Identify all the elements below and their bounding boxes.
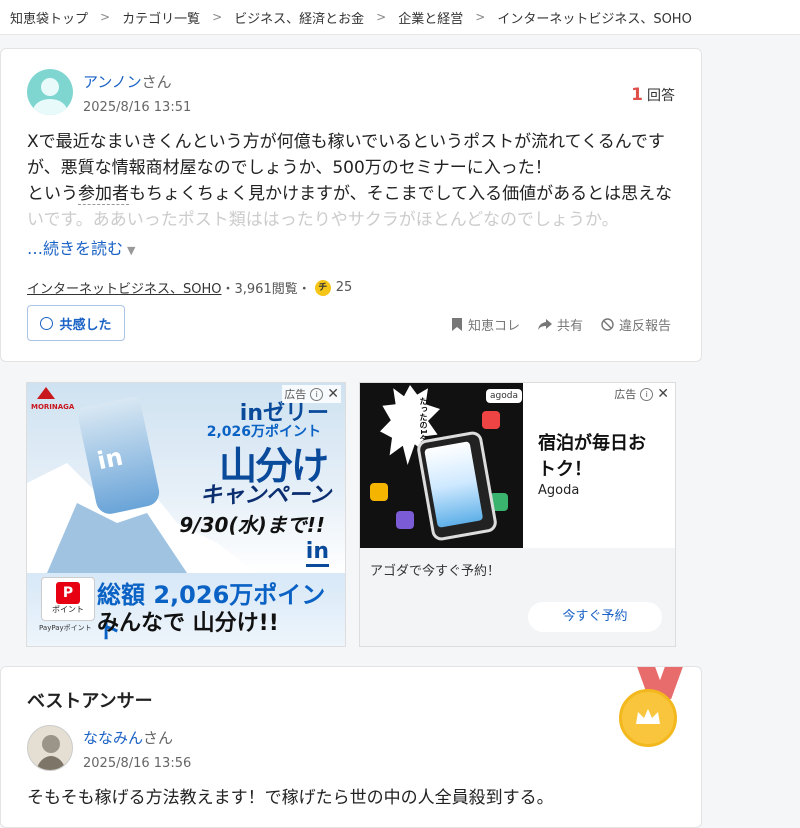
report-label: 違反報告 [618,319,671,334]
honorific: さん [141,73,172,91]
share-icon [537,318,552,330]
caret-down-icon: ▼ [127,244,136,257]
breadcrumb-internet-business[interactable]: インターネットビジネス、SOHO [497,8,692,27]
breadcrumb-separator: > [100,10,111,24]
answers-count-number: 1 [631,85,643,105]
avatar-illustration [28,726,72,770]
breadcrumb-separator: > [475,10,486,24]
paypay-label: ポイント [52,605,84,614]
ad-image: たったの1タップで旅が無限大！ agoda [360,383,523,548]
breadcrumb-separator: > [376,10,387,24]
phone-image [415,430,499,542]
ad-banner-left[interactable]: MORINAGA in inゼリー 2,026万ポイント 山分け キャンペーン … [26,382,346,647]
breadcrumb-categories[interactable]: カテゴリ一覧 [122,8,200,27]
coin-count: 25 [335,280,353,295]
question-actions: 知恵コレ 共有 違反報告 [451,315,671,334]
empathy-button[interactable]: 共感した [27,305,125,341]
answers-count[interactable]: 1 回答 [631,85,675,105]
best-answer-heading: ベストアンサー [27,691,153,712]
question-line: が、悪質な情報商材屋なのでしょうか、500万のセミナーに入った！ [27,158,552,178]
paypay-sub: PayPayポイント [39,624,92,632]
plane-tile-icon [396,511,414,529]
question-date: 2025/8/16 13:51 [83,100,192,115]
read-more-link[interactable]: …続きを読む ▼ [27,235,135,259]
ad-close-icon[interactable]: ✕ [327,386,339,402]
avatar[interactable] [27,725,73,771]
smile-icon [40,316,54,330]
empathy-button-label: 共感した [59,317,112,333]
honorific: さん [143,729,174,747]
view-count: ・3,961閲覧・ [221,282,311,297]
ad-info-icon[interactable]: i [640,387,654,401]
question-body: Xで最近なまいきくんという方が何億も稼いでいるというポストが流れてくるんです が… [27,129,677,233]
report-button[interactable]: 違反報告 [601,315,671,334]
ad-everyone: みんなで 山分け!! [97,611,279,636]
agoda-badge: agoda [486,389,522,403]
ad-image-bottom: P ポイント PayPayポイント 総額 2,026万ポイント みんなで 山分け… [27,573,345,646]
avatar-body-shape [33,99,67,115]
in-logo: in [305,539,329,567]
category-link[interactable]: インターネットビジネス、SOHO [27,278,222,297]
ad-brand: Agoda [538,483,580,498]
question-line: Xで最近なまいきくんという方が何億も稼いでいるというポストが流れてくるんです [27,132,665,152]
avatar-head-shape [41,78,59,96]
app-tile-icon [370,483,388,501]
breadcrumb-business[interactable]: ビジネス、経済とお金 [234,8,364,27]
breadcrumb-home[interactable]: 知恵袋トップ [10,8,88,27]
save-button[interactable]: 知恵コレ [451,315,520,334]
bookmark-icon [451,318,462,331]
question-text: という [27,184,78,204]
best-answer-card: ベストアンサー ななみんさん 2025/8/16 13:56 そもそも稼げる方法… [0,666,702,828]
share-button[interactable]: 共有 [537,315,583,334]
pouch-logo: in [94,442,126,476]
ad-close-icon[interactable]: ✕ [657,386,669,402]
best-answer-user-name[interactable]: ななみん [83,729,143,747]
ad-description: アゴダで今すぐ予約！ [370,564,501,579]
save-label: 知恵コレ [467,319,520,334]
morinaga-logo-text: MORINAGA [31,403,75,411]
best-answer-user-line: ななみんさん [83,727,173,748]
share-label: 共有 [556,319,583,334]
question-line-faded: いです。ああいったポスト類ははったりやサクラがほとんどなのでしょうか。 [27,210,619,230]
crown-medal [619,689,677,747]
question-user-name[interactable]: アンノン [83,73,142,91]
ad-label-text: 広告 [284,388,307,401]
prohibit-icon [601,318,614,331]
paypay-icon: P [56,582,80,604]
ad-banner-right[interactable]: たったの1タップで旅が無限大！ agoda 宿泊が毎日おトク！ Agoda アゴ… [359,382,676,647]
ad-image-top: MORINAGA in inゼリー 2,026万ポイント 山分け キャンペーン … [27,383,345,573]
question-card: アンノンさん 2025/8/16 13:51 1 回答 Xで最近なまいきくんという… [0,48,702,362]
ad-title: 宿泊が毎日おトク！ [538,433,646,480]
avatar[interactable] [27,69,73,115]
morinaga-logo-icon [37,387,55,399]
crown-icon [636,709,660,724]
best-answer-date: 2025/8/16 13:56 [83,756,192,771]
best-answer-body: そもそも稼げる方法教えます！で稼げたら世の中の人全員殺到する。 [27,788,554,808]
phone-screen [424,441,484,528]
book-now-button[interactable]: 今すぐ予約 [528,602,662,632]
breadcrumb-separator: > [212,10,223,24]
keyword-link[interactable]: 参加者 [78,184,129,205]
question-user-line: アンノンさん [83,71,172,92]
ad-label: 広告 i ✕ [282,385,341,403]
question-line: という参加者もちょくちょく見かけますが、そこまでして入る価値があるとは思えな [27,181,677,207]
question-meta: インターネットビジネス、SOHO ・3,961閲覧・ チ 25 [27,278,352,297]
coin-icon: チ [314,279,331,296]
ad-campaign: キャンペーン [200,483,331,508]
breadcrumb-company[interactable]: 企業と経営 [398,8,463,27]
ad-label-text: 広告 [614,388,637,401]
read-more-label: …続きを読む [27,239,124,258]
ad-label: 広告 i ✕ [612,385,671,403]
ad-footer: アゴダで今すぐ予約！ 今すぐ予約 [360,548,675,646]
paypay-logo: P ポイント [41,577,95,621]
ad-deadline: 9/30(水)まで!! [179,513,325,537]
question-text: もちょくちょく見かけますが、そこまでして入る価値があるとは思えな [129,184,673,204]
breadcrumb: 知恵袋トップ > カテゴリ一覧 > ビジネス、経済とお金 > 企業と経営 > イ… [0,0,800,35]
answers-count-label: 回答 [647,88,675,104]
ad-info-icon[interactable]: i [310,387,324,401]
app-tile-icon [482,411,500,429]
